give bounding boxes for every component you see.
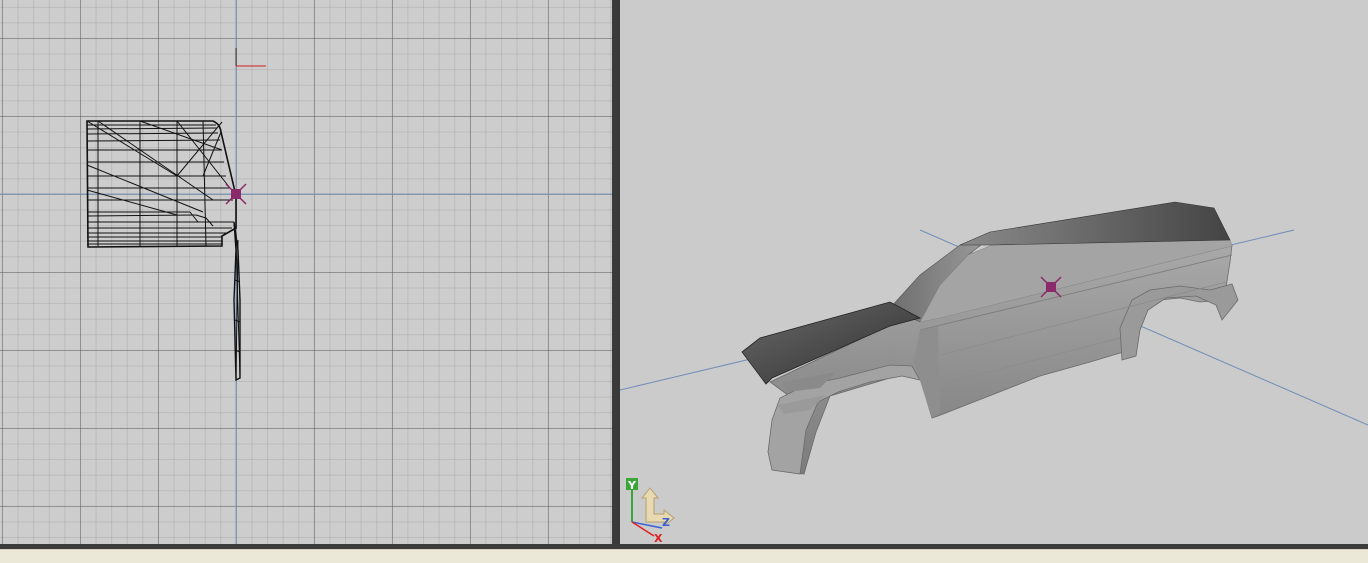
status-bar bbox=[0, 549, 1368, 563]
axis-label-x: X bbox=[654, 532, 663, 544]
axis-gizmo-icon: Y Z X bbox=[626, 478, 675, 544]
car-wireframe[interactable] bbox=[86, 120, 241, 382]
axis-label-y: Y bbox=[627, 479, 637, 492]
perspective-scene bbox=[620, 201, 1368, 475]
car-shaded-model[interactable] bbox=[741, 201, 1239, 475]
axis-label-z: Z bbox=[662, 516, 670, 529]
perspective-viewport[interactable]: Y Z X bbox=[620, 0, 1368, 544]
ortho-scene bbox=[0, 0, 612, 544]
orthographic-viewport[interactable] bbox=[0, 0, 612, 544]
viewport-divider[interactable] bbox=[612, 0, 620, 544]
